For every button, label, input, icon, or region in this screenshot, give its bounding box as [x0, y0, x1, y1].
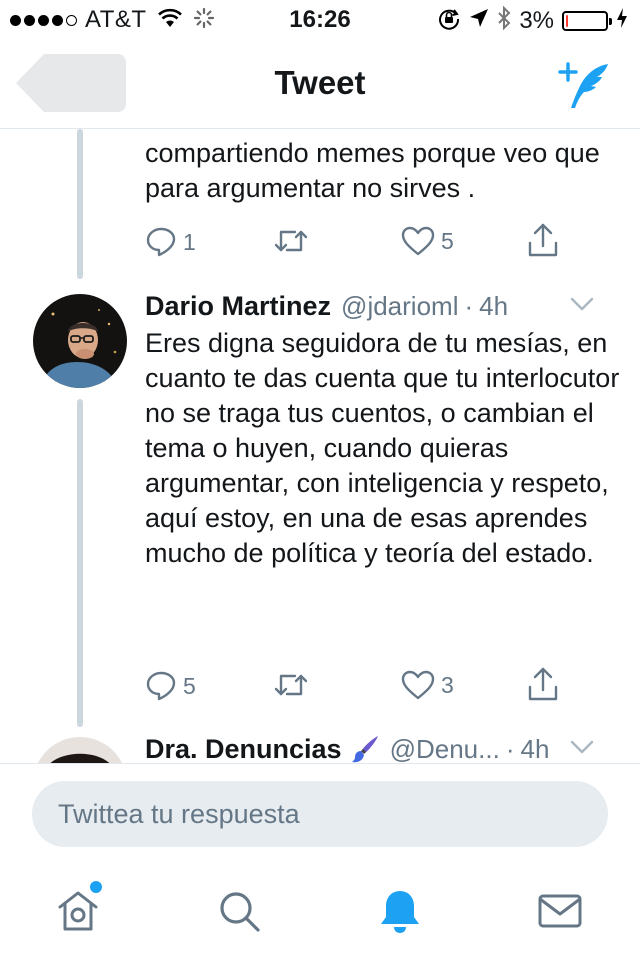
meta-separator: · [505, 733, 515, 764]
author-name[interactable]: Dario Martinez [145, 291, 331, 322]
tab-home[interactable] [50, 879, 106, 939]
meta-separator: · [464, 290, 474, 321]
bluetooth-icon [497, 5, 511, 35]
location-arrow-icon [469, 8, 489, 33]
thread-connector [77, 399, 83, 727]
reply-button[interactable]: 5 [145, 670, 196, 702]
tweet-thread: compartiendo memes porque veo que para a… [0, 129, 640, 763]
reply-input[interactable] [32, 781, 608, 847]
avatar[interactable] [33, 294, 127, 388]
tweet-actions: 1 5 [145, 223, 605, 266]
chevron-down-icon[interactable] [569, 739, 595, 760]
tweet-text: compartiendo memes porque veo que para a… [145, 138, 600, 203]
bell-icon [381, 891, 419, 933]
share-icon [528, 223, 558, 257]
tab-bar [0, 863, 640, 960]
retweet-icon [274, 230, 308, 252]
heart-icon [401, 226, 435, 256]
status-bar: AT&T 16:26 3% [0, 0, 640, 40]
like-count: 3 [441, 671, 454, 698]
retweet-button[interactable] [273, 226, 315, 256]
compose-tweet-icon[interactable] [558, 62, 610, 110]
chevron-down-icon[interactable] [569, 296, 595, 317]
reply-bar [0, 763, 640, 864]
charging-bolt-icon [616, 7, 628, 34]
battery-icon [562, 10, 612, 31]
nav-bar: Tweet [0, 40, 640, 129]
battery-tip [609, 17, 612, 25]
tab-search[interactable] [211, 883, 267, 939]
notification-dot [88, 879, 104, 895]
tweet-time: 4h [520, 733, 550, 764]
author-name[interactable]: Dra. Denuncias [145, 734, 342, 764]
author-handle[interactable]: @Denu... [390, 734, 500, 764]
paintbrush-emoji-icon [350, 734, 380, 763]
like-count: 5 [441, 227, 454, 254]
thread-connector [77, 129, 83, 279]
retweet-button[interactable] [273, 670, 315, 700]
tab-notifications[interactable] [372, 883, 428, 939]
reply-button[interactable]: 1 [145, 226, 196, 258]
tweet-text: Eres digna seguidora de tu mesías, en cu… [145, 328, 620, 568]
page-title: Tweet [274, 64, 366, 101]
share-button[interactable] [527, 666, 559, 702]
reply-count: 5 [183, 672, 196, 699]
tab-messages[interactable] [532, 883, 588, 939]
like-button[interactable]: 3 [401, 670, 454, 700]
author-handle[interactable]: @jdarioml [341, 291, 458, 322]
like-button[interactable]: 5 [401, 226, 454, 256]
mail-icon [538, 894, 582, 928]
avatar[interactable] [33, 737, 127, 763]
retweet-icon [274, 674, 308, 696]
heart-icon [401, 670, 435, 700]
orientation-lock-icon [437, 6, 461, 35]
battery-percent: 3% [519, 6, 554, 34]
tweet-time: 4h [479, 290, 509, 321]
battery-level [566, 14, 568, 27]
search-icon [220, 892, 260, 932]
reply-icon [146, 671, 176, 701]
tweet-actions: 5 3 [145, 667, 605, 710]
reply-icon [146, 227, 176, 257]
tweet-header: Dra. Denuncias @Denu... · 4h [145, 731, 625, 763]
share-button[interactable] [527, 222, 559, 258]
reply-count: 1 [183, 228, 196, 255]
tweet-header: Dario Martinez @jdarioml · 4h [145, 288, 625, 324]
status-right: 3% [437, 5, 628, 35]
share-icon [528, 667, 558, 701]
